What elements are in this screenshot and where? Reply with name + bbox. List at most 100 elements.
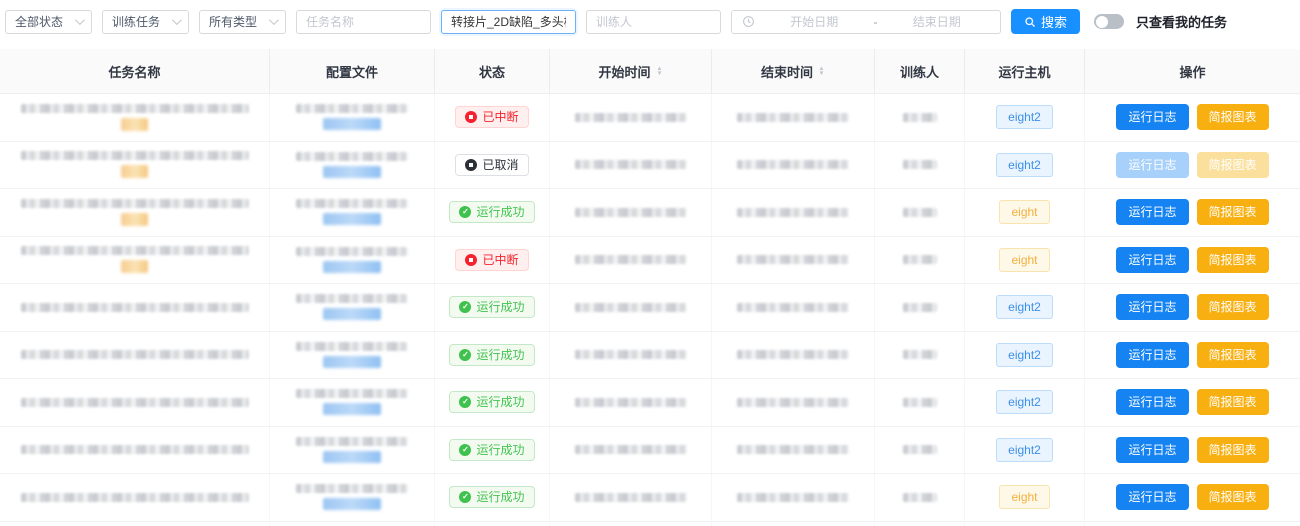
host-cell: eight2 bbox=[965, 284, 1085, 331]
column-header-end-time[interactable]: 结束时间▲▼ bbox=[712, 49, 875, 93]
model-search-input[interactable] bbox=[441, 10, 576, 34]
table-row: 运行成功 eight2 运行日志 简报图表 bbox=[0, 284, 1300, 332]
run-log-button[interactable]: 运行日志 bbox=[1116, 199, 1188, 225]
report-chart-button[interactable]: 简报图表 bbox=[1197, 437, 1269, 463]
status-badge: 已取消 bbox=[455, 154, 528, 176]
status-label: 运行成功 bbox=[476, 349, 524, 361]
sort-icons[interactable]: ▲▼ bbox=[818, 66, 825, 76]
run-log-button[interactable]: 运行日志 bbox=[1116, 342, 1188, 368]
config-file-redacted bbox=[296, 247, 408, 256]
end-time-redacted bbox=[737, 113, 849, 122]
actions-cell: 运行日志 简报图表 bbox=[1085, 427, 1300, 474]
report-chart-button[interactable]: 简报图表 bbox=[1197, 247, 1269, 273]
task-name-redacted bbox=[21, 303, 249, 312]
config-link-redacted[interactable] bbox=[323, 498, 381, 510]
run-log-button[interactable]: 运行日志 bbox=[1116, 152, 1188, 178]
report-chart-button[interactable]: 简报图表 bbox=[1197, 294, 1269, 320]
run-log-button[interactable]: 运行日志 bbox=[1116, 484, 1188, 510]
status-cell bbox=[435, 522, 550, 526]
config-link-redacted[interactable] bbox=[323, 213, 381, 225]
report-chart-button[interactable]: 简报图表 bbox=[1197, 484, 1269, 510]
table-row: 运行成功 eight2 运行日志 简报图表 bbox=[0, 427, 1300, 475]
status-badge: 运行成功 bbox=[449, 486, 534, 508]
task-tag-redacted bbox=[121, 165, 148, 178]
config-file-cell bbox=[270, 142, 435, 189]
status-icon bbox=[465, 254, 477, 266]
task-name-redacted bbox=[21, 398, 249, 407]
task-type-select[interactable]: 训练任务 bbox=[102, 10, 189, 34]
actions-cell: 运行日志 简报图表 bbox=[1085, 332, 1300, 379]
config-file-cell bbox=[270, 379, 435, 426]
date-range-picker[interactable]: 开始日期 - 结束日期 bbox=[731, 10, 1001, 34]
report-chart-button[interactable]: 简报图表 bbox=[1197, 152, 1269, 178]
column-header-start-time[interactable]: 开始时间▲▼ bbox=[550, 49, 712, 93]
status-select[interactable]: 全部状态 bbox=[5, 10, 92, 34]
config-link-redacted[interactable] bbox=[323, 261, 381, 273]
start-time-cell bbox=[550, 427, 712, 474]
end-time-redacted bbox=[737, 350, 849, 359]
end-time-cell bbox=[712, 189, 875, 236]
status-badge: 已中断 bbox=[455, 106, 528, 128]
trainer-redacted bbox=[903, 350, 937, 359]
config-file-redacted bbox=[296, 484, 408, 493]
table-body: 已中断 eight2 运行日志 简报图表 bbox=[0, 94, 1300, 526]
column-header-status: 状态 bbox=[435, 49, 550, 93]
task-table: 任务名称配置文件状态开始时间▲▼结束时间▲▼训练人运行主机操作 已中断 eigh… bbox=[0, 49, 1300, 526]
task-name-redacted bbox=[21, 350, 249, 359]
column-label: 运行主机 bbox=[998, 62, 1050, 81]
task-name-cell bbox=[0, 284, 270, 331]
status-label: 运行成功 bbox=[476, 444, 524, 456]
start-time-cell bbox=[550, 332, 712, 379]
config-link-redacted[interactable] bbox=[323, 166, 381, 178]
start-time-redacted bbox=[575, 493, 687, 502]
end-time-cell bbox=[712, 379, 875, 426]
sort-icons[interactable]: ▲▼ bbox=[656, 66, 663, 76]
actions-cell: 运行日志 简报图表 bbox=[1085, 94, 1300, 141]
report-chart-button[interactable]: 简报图表 bbox=[1197, 104, 1269, 130]
run-log-button[interactable]: 运行日志 bbox=[1116, 247, 1188, 273]
trainer-cell bbox=[875, 332, 965, 379]
table-row: 已取消 eight2 运行日志 简报图表 bbox=[0, 142, 1300, 190]
trainer-input[interactable] bbox=[586, 10, 721, 34]
status-badge: 运行成功 bbox=[449, 439, 534, 461]
status-cell: 运行成功 bbox=[435, 189, 550, 236]
config-link-redacted[interactable] bbox=[323, 308, 381, 320]
config-link-redacted[interactable] bbox=[323, 451, 381, 463]
status-badge: 运行成功 bbox=[449, 201, 534, 223]
status-label: 已取消 bbox=[482, 159, 518, 171]
column-label: 任务名称 bbox=[108, 62, 160, 81]
task-name-redacted bbox=[21, 445, 249, 454]
host-tag: eight2 bbox=[996, 105, 1053, 129]
trainer-cell bbox=[875, 379, 965, 426]
task-name-redacted bbox=[21, 151, 249, 160]
trainer-redacted bbox=[903, 160, 937, 169]
table-row: 已中断 eight 运行日志 简报图表 bbox=[0, 237, 1300, 285]
column-header-trainer: 训练人 bbox=[875, 49, 965, 93]
task-name-cell bbox=[0, 379, 270, 426]
task-name-input[interactable] bbox=[296, 10, 431, 34]
run-log-button[interactable]: 运行日志 bbox=[1116, 294, 1188, 320]
search-button[interactable]: 搜索 bbox=[1011, 9, 1080, 34]
trainer-cell bbox=[875, 237, 965, 284]
status-label: 运行成功 bbox=[476, 491, 524, 503]
search-icon bbox=[1024, 16, 1036, 28]
run-log-button[interactable]: 运行日志 bbox=[1116, 104, 1188, 130]
end-time-cell bbox=[712, 237, 875, 284]
run-log-button[interactable]: 运行日志 bbox=[1116, 437, 1188, 463]
my-tasks-toggle[interactable] bbox=[1094, 14, 1124, 29]
config-link-redacted[interactable] bbox=[323, 356, 381, 368]
report-chart-button[interactable]: 简报图表 bbox=[1197, 199, 1269, 225]
run-log-button[interactable]: 运行日志 bbox=[1116, 389, 1188, 415]
category-select[interactable]: 所有类型 bbox=[199, 10, 286, 34]
trainer-redacted bbox=[903, 493, 937, 502]
config-file-cell bbox=[270, 522, 435, 526]
report-chart-button[interactable]: 简报图表 bbox=[1197, 389, 1269, 415]
report-chart-button[interactable]: 简报图表 bbox=[1197, 342, 1269, 368]
start-time-cell bbox=[550, 522, 712, 526]
trainer-cell bbox=[875, 94, 965, 141]
status-select-value: 全部状态 bbox=[15, 13, 63, 30]
start-time-redacted bbox=[575, 350, 687, 359]
status-cell: 运行成功 bbox=[435, 284, 550, 331]
config-link-redacted[interactable] bbox=[323, 403, 381, 415]
config-link-redacted[interactable] bbox=[323, 118, 381, 130]
